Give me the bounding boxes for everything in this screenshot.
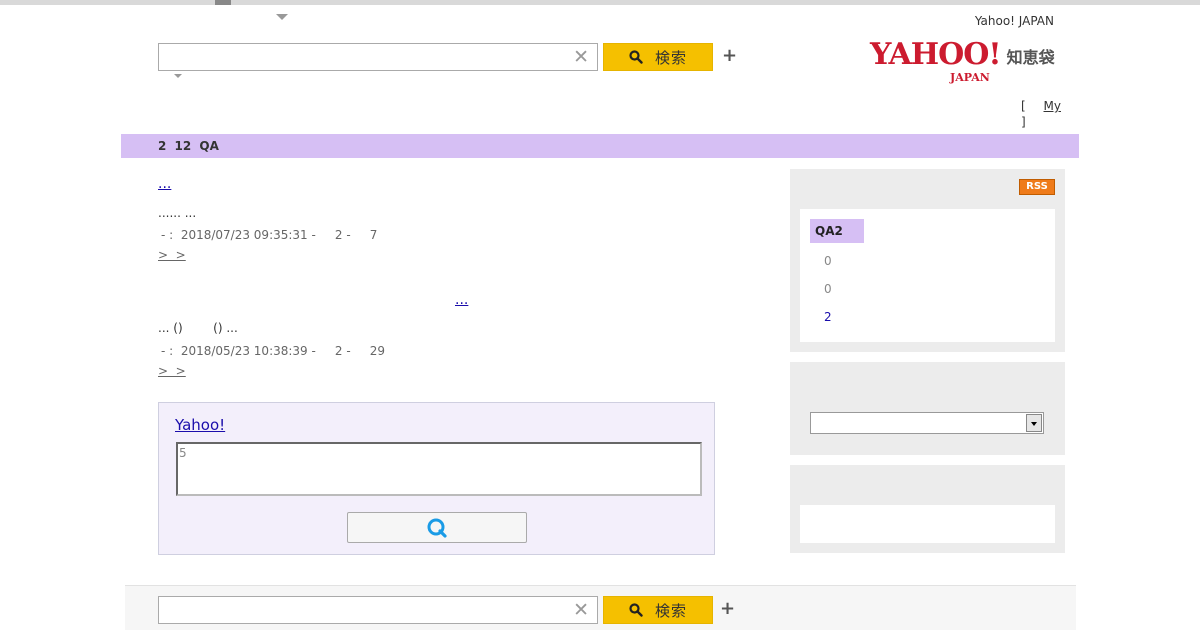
chevron-down-icon[interactable] [1026, 414, 1042, 432]
search-input[interactable]: ✕ [158, 43, 598, 71]
stat-value: 0 [824, 254, 832, 268]
question-snippet: ... () () ... [158, 321, 238, 335]
top-border-marker [215, 0, 231, 5]
category-select[interactable] [810, 412, 1044, 434]
sidebar-panel-select [790, 362, 1065, 455]
question-category-link[interactable]: > > [158, 364, 246, 378]
ask-submit-button[interactable] [347, 512, 527, 543]
yahoo-japan-link[interactable]: Yahoo! JAPAN [975, 14, 1054, 28]
sidebar-empty-card [800, 505, 1055, 543]
search-icon [629, 50, 643, 64]
add-search-plus-icon[interactable]: + [722, 46, 737, 66]
yahoo-chiebukuro-logo[interactable]: YAHOO! JAPAN 知恵袋 [870, 38, 1055, 85]
top-border [0, 0, 1200, 5]
question-title-link[interactable]: ... [158, 176, 201, 192]
question-meta: - : 2018/05/23 10:38:39 - 2 - 29 [161, 344, 386, 358]
stat-value: 0 [824, 282, 832, 296]
logo-yahoo-text: YAHOO! JAPAN [870, 38, 1002, 85]
clear-icon[interactable]: ✕ [573, 46, 589, 68]
question-title-link[interactable]: ... [158, 292, 520, 308]
question-meta: - : 2018/07/23 09:35:31 - 2 - 7 [161, 228, 378, 242]
ask-question-box: Yahoo! 5 [158, 402, 715, 555]
results-count-text: 2 12 QA [158, 139, 219, 153]
search-button[interactable]: 検索 [603, 43, 713, 71]
stat-link[interactable]: 2 [824, 310, 832, 324]
search-button-label: 検索 [654, 48, 687, 67]
logo-japan-word: JAPAN [950, 71, 990, 84]
clear-icon[interactable]: ✕ [573, 599, 589, 621]
search-option-dropdown-icon[interactable] [174, 74, 182, 78]
my-chiebukuro-link[interactable]: [ My ] [1021, 98, 1061, 130]
question-textarea[interactable]: 5 [176, 442, 702, 496]
question-search-icon [427, 518, 447, 538]
logo-service-name: 知恵袋 [1006, 48, 1055, 67]
my-link-open-bracket: [ [1021, 99, 1026, 113]
qa-badge: QA2 [810, 219, 864, 243]
my-link-label[interactable]: My [1030, 99, 1061, 113]
footer-search-input[interactable]: ✕ [158, 596, 598, 624]
question-snippet: ...... ... [158, 206, 197, 220]
my-link-close-bracket: ] [1021, 115, 1026, 129]
footer-search-button-label: 検索 [654, 601, 687, 620]
footer-search-button[interactable]: 検索 [603, 596, 713, 624]
footer-add-search-plus-icon[interactable]: + [720, 599, 735, 619]
search-icon [629, 603, 643, 617]
ask-yahoo-link[interactable]: Yahoo! [175, 416, 225, 434]
category-dropdown-icon[interactable] [276, 14, 288, 20]
results-header-band [121, 134, 1079, 158]
rss-button[interactable]: RSS [1019, 179, 1055, 195]
question-category-link[interactable]: > > [158, 248, 246, 262]
